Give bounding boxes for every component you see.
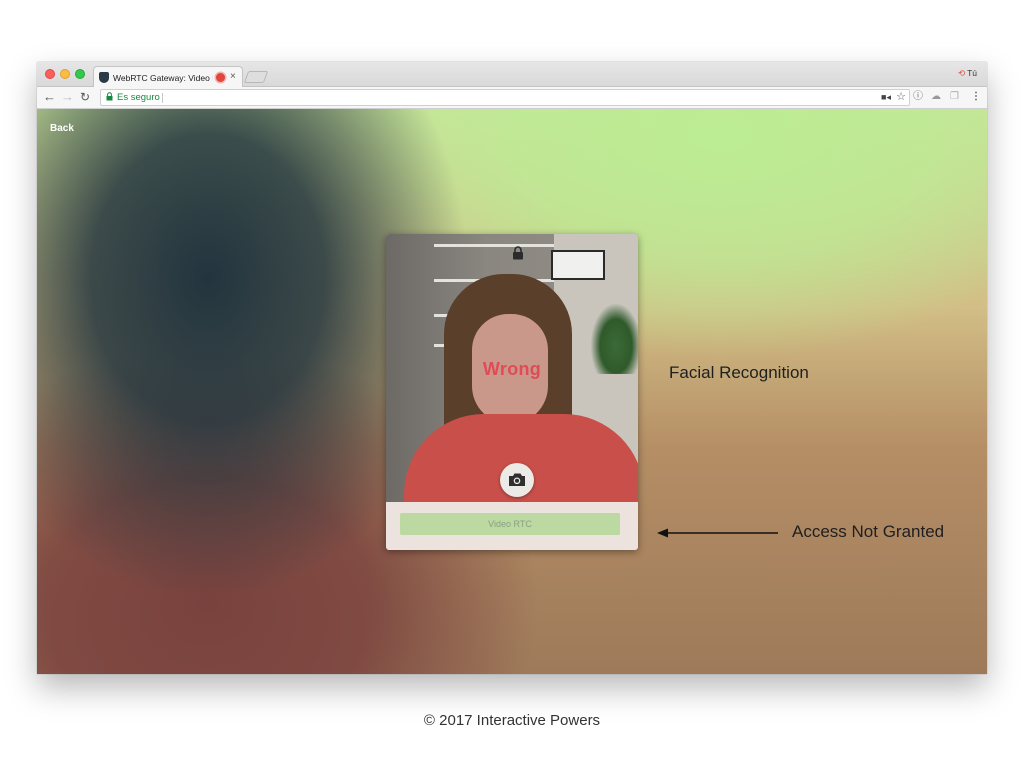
tab-close-icon[interactable]: ×	[230, 70, 236, 84]
lock-icon	[106, 92, 113, 103]
close-window-button[interactable]	[45, 69, 55, 79]
info-extension-icon[interactable]: ⓘ	[913, 89, 923, 105]
browser-window: WebRTC Gateway: Video R × ⟲ Tú ← → ↻ Es s…	[37, 62, 987, 674]
cloud-extension-icon[interactable]: ☁	[931, 89, 941, 105]
recording-indicator-icon	[216, 73, 225, 82]
access-not-granted-label: Access Not Granted	[792, 522, 945, 541]
minimize-window-button[interactable]	[60, 69, 70, 79]
back-link[interactable]: Back	[50, 123, 74, 134]
bookmark-star-icon[interactable]: ☆	[896, 90, 906, 104]
video-rtc-button[interactable]: Video RTC	[400, 513, 620, 535]
video-shelf	[434, 244, 554, 247]
profile-name: Tú	[967, 68, 977, 78]
zoom-window-button[interactable]	[75, 69, 85, 79]
tab-strip: WebRTC Gateway: Video R × ⟲ Tú	[37, 62, 987, 88]
menu-dots-icon[interactable]: ⋮	[971, 89, 981, 105]
tab-title: WebRTC Gateway: Video R	[113, 73, 213, 83]
copy-extension-icon[interactable]: ❐	[950, 89, 959, 105]
profile-icon: ⟲	[957, 68, 966, 78]
page-content: Back Wrong Video RTC	[37, 109, 987, 674]
url-separator	[162, 93, 163, 103]
capture-photo-button[interactable]	[500, 463, 534, 497]
recognition-card: Wrong Video RTC	[386, 234, 638, 550]
webcam-video: Wrong	[386, 234, 638, 502]
reload-icon[interactable]: ↻	[80, 89, 90, 105]
video-wall-frame	[551, 250, 605, 280]
browser-toolbar: ← → ↻ Es seguro ■◂ ☆ ⓘ ☁ ❐ ⋮	[37, 87, 987, 109]
secure-label: Es seguro	[117, 92, 160, 103]
copyright-footer: © 2017 Interactive Powers	[423, 712, 601, 729]
profile-button[interactable]: ⟲ Tú	[958, 68, 977, 79]
new-tab-button[interactable]	[243, 71, 269, 83]
facial-recognition-label: Facial Recognition	[669, 363, 809, 382]
site-favicon-icon	[99, 72, 109, 83]
forward-arrow-icon[interactable]: →	[61, 89, 74, 105]
annotation-arrow-icon	[657, 528, 778, 538]
padlock-icon	[512, 246, 524, 260]
back-arrow-icon[interactable]: ←	[43, 89, 56, 105]
recognition-status: Wrong	[482, 359, 542, 379]
tab-webrtc-gateway[interactable]: WebRTC Gateway: Video R ×	[93, 66, 243, 88]
address-bar[interactable]: Es seguro ■◂ ☆	[100, 89, 910, 106]
camera-permission-icon[interactable]: ■◂	[881, 91, 891, 104]
